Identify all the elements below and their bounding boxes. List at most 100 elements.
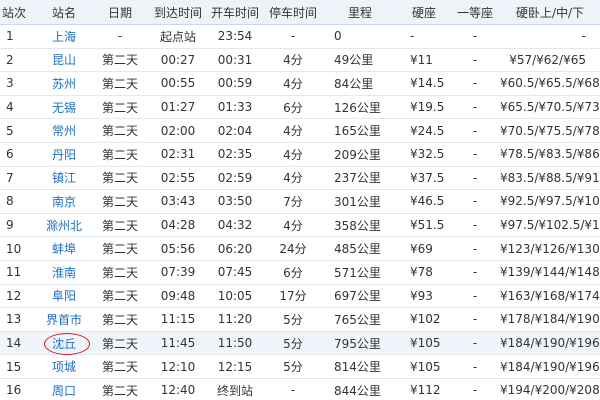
cell-stop-number: 9 [0,213,38,238]
table-row: 15 项城 第二天 12:10 12:15 5分 814公里 ¥105- ¥184/¥190/¥… [0,354,600,379]
table-header-row: 站次 站名 日期 到达时间 开车时间 停车时间 里程 硬座 一等座 硬卧上/中/… [0,0,600,25]
cell-first-class: - [450,284,500,309]
cell-stop-duration: 4分 [264,48,322,73]
station-link[interactable]: 常州 [52,122,76,139]
table-row: 7 镇江 第二天 02:55 02:59 4分 237公里 ¥37.5- ¥83.5/¥88.5… [0,166,600,191]
cell-first-class: - [450,118,500,143]
cell-depart: 11:20 [206,307,264,332]
table-row: 6 丹阳 第二天 02:31 02:35 4分 209公里 ¥32.5- ¥78.5/¥83.5… [0,142,600,167]
cell-stop-duration: 17分 [264,284,322,309]
cell-distance: 165公里 [322,118,398,143]
cell-station[interactable]: 周口 [38,378,90,400]
cell-hard-seat: ¥14.5 [398,71,450,96]
cell-sleeper: ¥123/¥126/¥130 [500,236,600,261]
cell-station[interactable]: 阜阳 [38,284,90,309]
cell-depart: 02:35 [206,142,264,167]
cell-day: 第二天 [90,118,150,143]
cell-sleeper: ¥92.5/¥97.5/¥100.5 [500,189,600,214]
cell-stop-number: 15 [0,354,38,379]
cell-station[interactable]: 南京 [38,189,90,214]
cell-station[interactable]: 蚌埠 [38,236,90,261]
cell-station[interactable]: 项城 [38,354,90,379]
cell-day: 第二天 [90,48,150,73]
cell-sleeper: ¥178/¥184/¥190 [500,307,600,332]
station-link[interactable]: 上海 [52,28,76,45]
table-row: 2 昆山 第二天 00:27 00:31 4分 49公里 ¥11- ¥57/¥62/¥65 [0,48,600,73]
station-link[interactable]: 丹阳 [52,146,76,163]
table-row: 3 苏州 第二天 00:55 00:59 4分 84公里 ¥14.5- ¥60.5/¥65.5/… [0,71,600,96]
cell-first-class: - [450,95,500,120]
cell-distance: 485公里 [322,236,398,261]
cell-arrive: 09:48 [150,284,206,309]
cell-station[interactable]: 镇江 [38,166,90,191]
header-station: 站名 [38,0,90,25]
cell-stop-duration: 5分 [264,307,322,332]
cell-sleeper: ¥184/¥190/¥196 [500,331,600,356]
cell-day: 第二天 [90,213,150,238]
cell-station[interactable]: 上海 [38,24,90,49]
station-link[interactable]: 阜阳 [52,287,76,304]
cell-stop-duration: 4分 [264,118,322,143]
cell-arrive: 12:10 [150,354,206,379]
cell-station[interactable]: 沈丘 [38,331,90,356]
cell-station[interactable]: 无锡 [38,95,90,120]
cell-distance: 844公里 [322,378,398,400]
cell-first-class: - [450,378,500,400]
station-link[interactable]: 淮南 [52,264,76,281]
table-row: 4 无锡 第二天 01:27 01:33 6分 126公里 ¥19.5- ¥65.5/¥70.5… [0,95,600,120]
station-link[interactable]: 苏州 [52,75,76,92]
station-link[interactable]: 蚌埠 [52,240,76,257]
cell-arrive: 02:55 [150,166,206,191]
cell-stop-duration: 5分 [264,354,322,379]
cell-distance: 237公里 [322,166,398,191]
cell-distance: 0 [322,24,398,49]
cell-sleeper: ¥60.5/¥65.5/¥68.5 [500,71,600,96]
cell-day: 第二天 [90,284,150,309]
cell-first-class: - [450,166,500,191]
cell-hard-seat: ¥46.5 [398,189,450,214]
table-row: 9 滁州北 第二天 04:28 04:32 4分 358公里 ¥51.5- ¥97.5/¥102… [0,213,600,238]
cell-station[interactable]: 界首市 [38,307,90,332]
cell-sleeper: ¥57/¥62/¥65 [500,48,600,73]
cell-day: 第二天 [90,260,150,285]
cell-stop-duration: 4分 [264,213,322,238]
cell-station[interactable]: 常州 [38,118,90,143]
station-link[interactable]: 周口 [52,382,76,399]
cell-stop-duration: 7分 [264,189,322,214]
table-row: 5 常州 第二天 02:00 02:04 4分 165公里 ¥24.5- ¥70.5/¥75.5… [0,118,600,143]
cell-station[interactable]: 苏州 [38,71,90,96]
cell-stop-number: 5 [0,118,38,143]
cell-stop-duration: 5分 [264,331,322,356]
cell-distance: 795公里 [322,331,398,356]
station-link[interactable]: 无锡 [52,99,76,116]
cell-stop-number: 1 [0,24,38,49]
cell-sleeper: ¥65.5/¥70.5/¥73.5 [500,95,600,120]
station-link[interactable]: 项城 [52,358,76,375]
cell-distance: 84公里 [322,71,398,96]
station-link[interactable]: 镇江 [52,169,76,186]
cell-arrive: 起点站 [150,24,206,49]
cell-station[interactable]: 滁州北 [38,213,90,238]
cell-station[interactable]: 淮南 [38,260,90,285]
cell-stop-duration: - [264,24,322,49]
station-link[interactable]: 沈丘 [52,335,76,352]
cell-arrive: 12:40 [150,378,206,400]
station-link[interactable]: 滁州北 [46,217,82,234]
header-stop-number: 站次 [0,0,38,25]
station-link[interactable]: 南京 [52,193,76,210]
cell-hard-seat: ¥19.5 [398,95,450,120]
cell-stop-number: 11 [0,260,38,285]
cell-station[interactable]: 昆山 [38,48,90,73]
cell-station[interactable]: 丹阳 [38,142,90,167]
station-link[interactable]: 界首市 [46,311,82,328]
station-link[interactable]: 昆山 [52,51,76,68]
cell-day: 第二天 [90,71,150,96]
cell-first-class: - [450,213,500,238]
cell-stop-number: 2 [0,48,38,73]
cell-depart: 02:04 [206,118,264,143]
cell-day: 第二天 [90,354,150,379]
cell-first-class: - [450,142,500,167]
cell-hard-seat: ¥112 [398,378,450,400]
header-sleeper: 硬卧上/中/下 [500,0,600,25]
cell-first-class: - [450,71,500,96]
